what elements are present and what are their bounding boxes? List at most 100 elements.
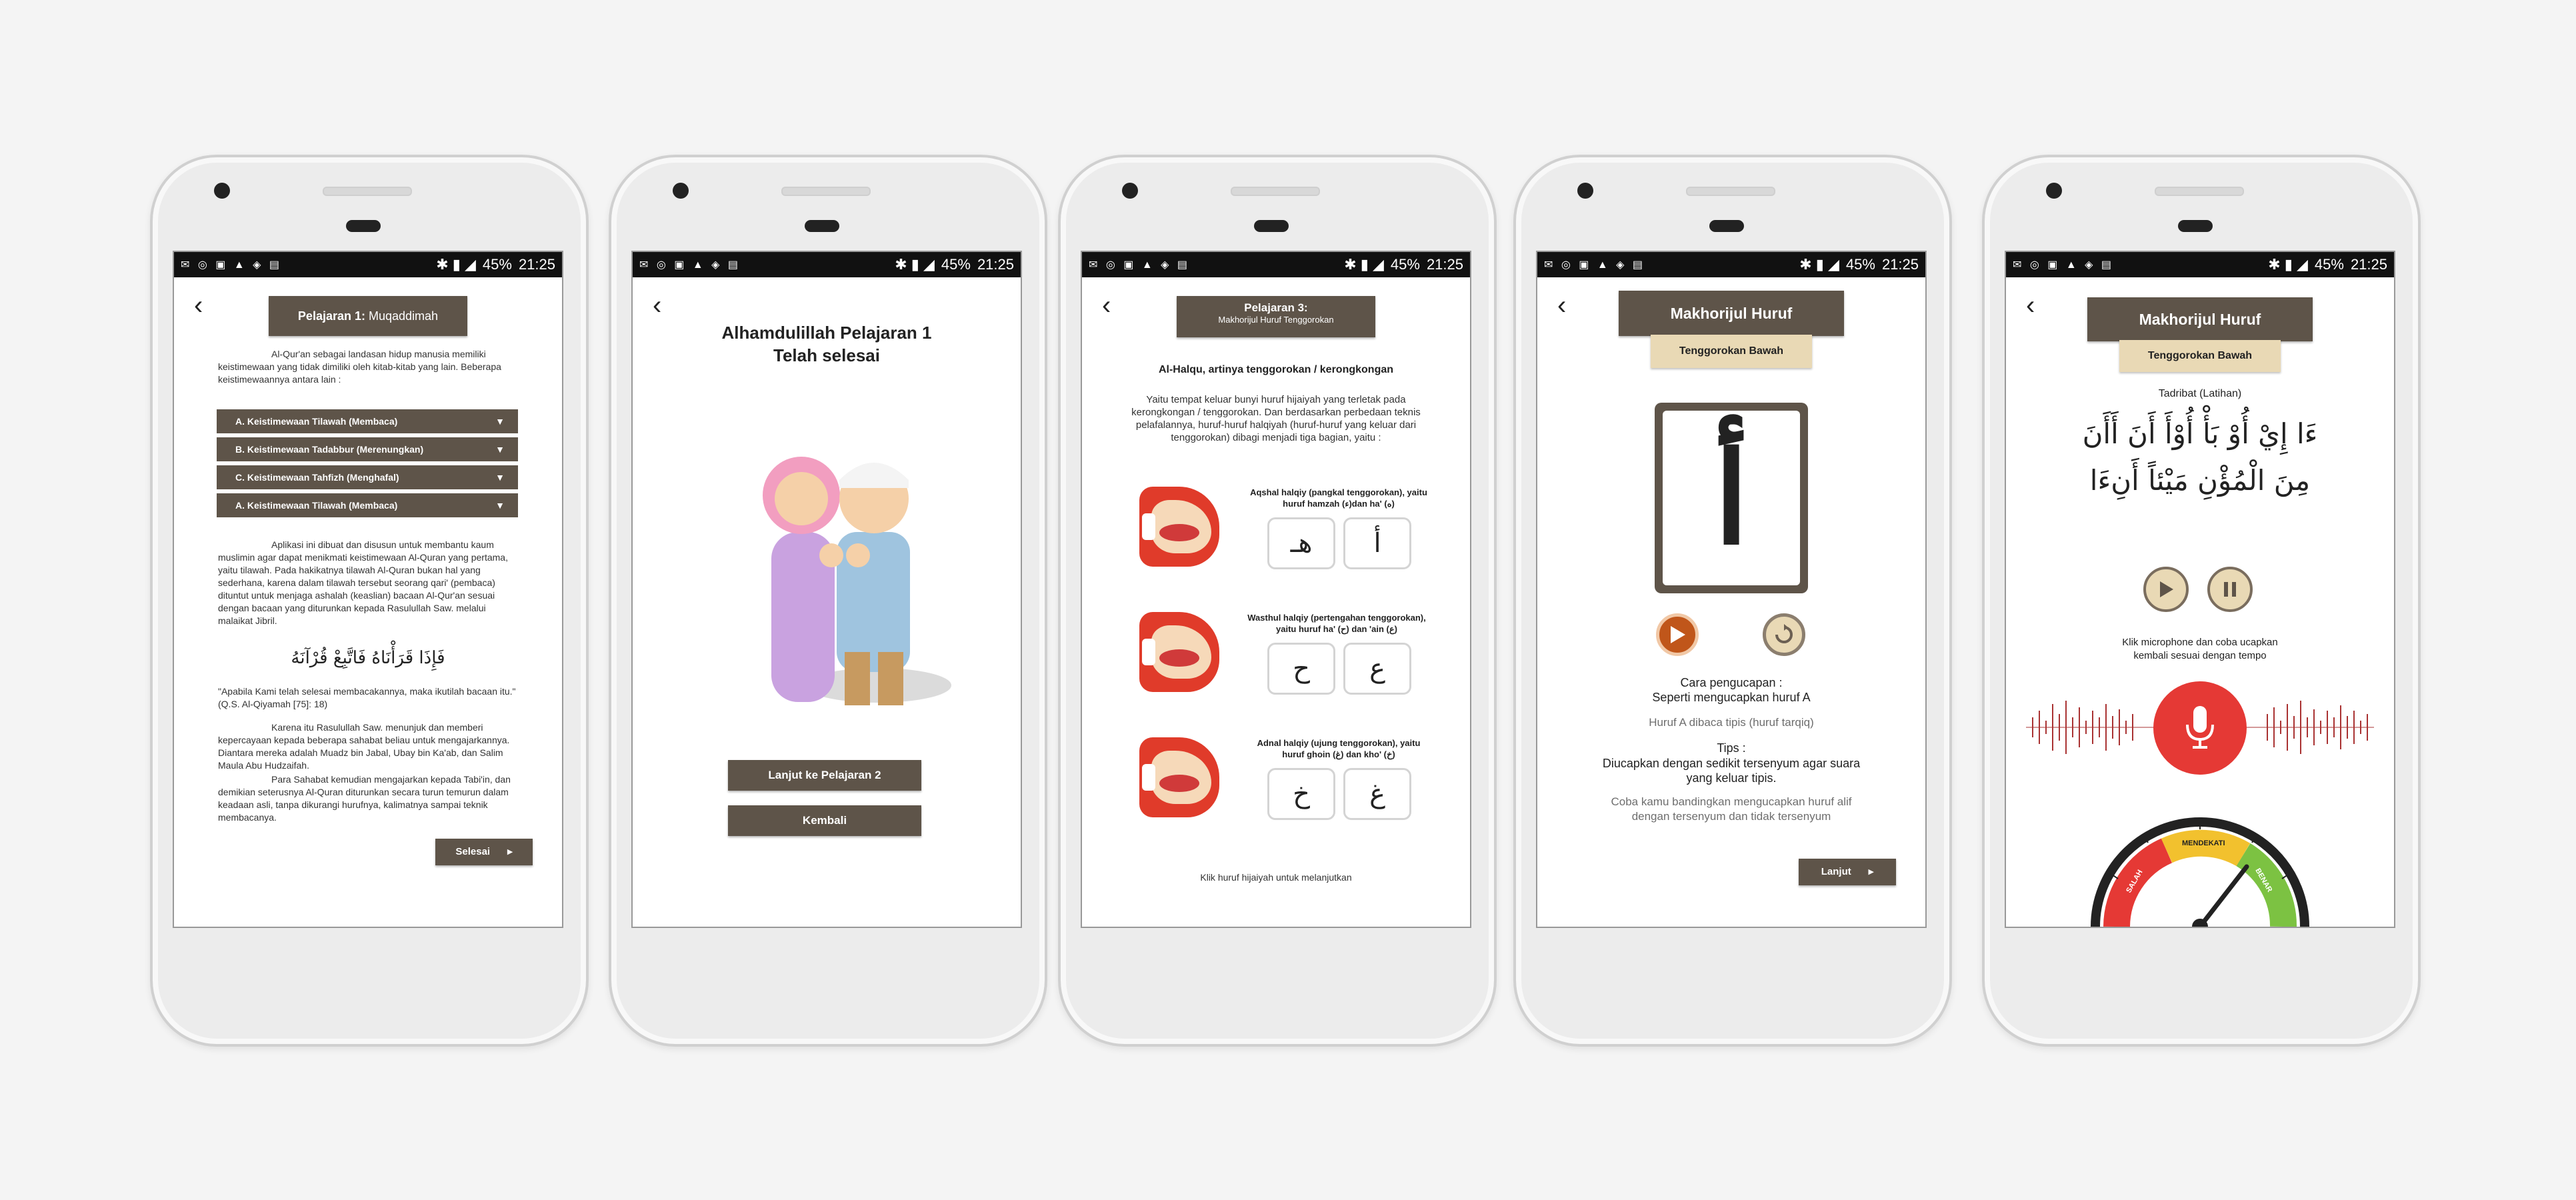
battery-level: 45% [482, 256, 512, 273]
tips-text: Diucapkan dengan sedikit tersenyum agar … [1602, 757, 1861, 785]
instruction-text: Klik microphone dan coba ucapkan kembali… [2122, 637, 2278, 661]
next-button[interactable]: Lanjut ▸ [1799, 859, 1896, 885]
chevron-right-icon: ▸ [1868, 866, 1874, 877]
signal-icons: ✱ ▮ ◢ [436, 256, 476, 273]
accordion-item-tilawah[interactable]: A. Keistimewaan Tilawah (Membaca) ▼ [217, 409, 518, 433]
play-icon [1671, 626, 1685, 643]
intro-text: Yaitu tempat keluar bunyi huruf hijaiyah… [1131, 394, 1421, 443]
back-icon[interactable]: ‹ [653, 292, 673, 319]
status-bar: ✉ ◎ ▣ ▲ ◈ ▤ ✱ ▮ ◢ 45% 21:25 [1082, 252, 1470, 277]
pause-button[interactable] [2207, 567, 2253, 612]
earpiece-speaker [1231, 187, 1320, 196]
pause-icon [2224, 582, 2236, 597]
page-title: Makhorijul Huruf [2087, 297, 2313, 341]
back-icon[interactable]: ‹ [1557, 292, 1577, 319]
throat-diagram [1139, 737, 1219, 817]
caret-down-icon: ▼ [495, 500, 505, 511]
letter-card[interactable]: ح [1267, 643, 1335, 695]
title-prefix: Pelajaran 1: [297, 309, 365, 323]
letter-card[interactable]: خ [1267, 768, 1335, 820]
accordion-label: A. Keistimewaan Tilawah (Membaca) [235, 500, 398, 511]
clock: 21:25 [977, 256, 1014, 273]
front-camera [2046, 183, 2062, 199]
signal-icons: ✱ ▮ ◢ [1799, 256, 1839, 273]
pronunciation-label: Cara pengucapan : [1680, 676, 1783, 689]
front-camera [214, 183, 230, 199]
throat-diagram [1139, 612, 1219, 692]
next-button-label: Lanjut [1821, 866, 1851, 877]
status-bar: ✉ ◎ ▣ ▲ ◈ ▤ ✱ ▮ ◢ 45% 21:25 [1537, 252, 1925, 277]
phone-frame-5: ✉ ◎ ▣ ▲ ◈ ▤ ✱ ▮ ◢ 45% 21:25 ‹ Makhorijul H… [1982, 155, 2421, 1047]
pronunciation-text: Seperti mengucapkan huruf A [1652, 691, 1811, 704]
battery-level: 45% [1845, 256, 1875, 273]
screen-letter-detail: ✉ ◎ ▣ ▲ ◈ ▤ ✱ ▮ ◢ 45% 21:25 ‹ Makhorijul H… [1536, 251, 1927, 928]
ayah-translation: "Apabila Kami telah selesai membacakanny… [218, 686, 516, 709]
screen-practice: ✉ ◎ ▣ ▲ ◈ ▤ ✱ ▮ ◢ 45% 21:25 ‹ Makhorijul H… [2005, 251, 2395, 928]
microphone-button[interactable] [2153, 681, 2247, 775]
clock: 21:25 [2350, 256, 2387, 273]
letter-card[interactable]: هـ [1267, 517, 1335, 569]
throat-diagram [1139, 487, 1219, 567]
front-camera [1122, 183, 1138, 199]
accordion-item-tadabbur[interactable]: B. Keistimewaan Tadabbur (Merenungkan) ▼ [217, 437, 518, 461]
accordion-label: A. Keistimewaan Tilawah (Membaca) [235, 416, 398, 427]
back-icon[interactable]: ‹ [2026, 292, 2046, 319]
caret-down-icon: ▼ [495, 472, 505, 483]
phone-frame-3: ✉ ◎ ▣ ▲ ◈ ▤ ✱ ▮ ◢ 45% 21:25 ‹ Pelajaran 3:… [1058, 155, 1497, 1047]
back-icon[interactable]: ‹ [194, 292, 214, 319]
phone-frame-2: ✉ ◎ ▣ ▲ ◈ ▤ ✱ ▮ ◢ 45% 21:25 ‹ Alhamdulilla… [609, 155, 1047, 1047]
proximity-sensor [1709, 220, 1744, 232]
notification-icons: ✉ ◎ ▣ ▲ ◈ ▤ [2013, 259, 2114, 271]
earpiece-speaker [1686, 187, 1775, 196]
compare-text: Coba kamu bandingkan mengucapkan huruf a… [1611, 795, 1852, 823]
accordion-label: C. Keistimewaan Tahfizh (Menghafal) [235, 472, 399, 483]
status-bar: ✉ ◎ ▣ ▲ ◈ ▤ ✱ ▮ ◢ 45% 21:25 [2006, 252, 2394, 277]
play-button[interactable] [2143, 567, 2189, 612]
lesson-subtitle: Makhorijul Huruf Tenggorokan [1218, 315, 1334, 325]
completion-title: Alhamdulillah Pelajaran 1 Telah selesai [633, 321, 1021, 367]
letter-card[interactable]: ع [1343, 643, 1411, 695]
back-button[interactable]: Kembali [728, 805, 921, 836]
play-icon [2160, 581, 2173, 597]
letter-card[interactable]: أ [1343, 517, 1411, 569]
status-bar: ✉ ◎ ▣ ▲ ◈ ▤ ✱ ▮ ◢ 45% 21:25 [174, 252, 562, 277]
gauge-needle [2197, 864, 2249, 927]
body-paragraph: Aplikasi ini dibuat dan disusun untuk me… [218, 539, 508, 626]
screen-makhorijul-lesson: ✉ ◎ ▣ ▲ ◈ ▤ ✱ ▮ ◢ 45% 21:25 ‹ Pelajaran 3:… [1081, 251, 1471, 928]
back-icon[interactable]: ‹ [1102, 292, 1122, 319]
intro-text: Al-Qur'an sebagai landasan hidup manusia… [218, 349, 501, 385]
letter-card[interactable]: غ [1343, 768, 1411, 820]
clock: 21:25 [1426, 256, 1463, 273]
accordion-item-tahfizh[interactable]: C. Keistimewaan Tahfizh (Menghafal) ▼ [217, 465, 518, 489]
earpiece-speaker [2155, 187, 2244, 196]
front-camera [673, 183, 689, 199]
completion-title-line2: Telah selesai [773, 345, 880, 365]
replay-icon [1775, 624, 1793, 643]
accordion-label: B. Keistimewaan Tadabbur (Merenungkan) [235, 444, 424, 455]
screen-lesson-complete: ✉ ◎ ▣ ▲ ◈ ▤ ✱ ▮ ◢ 45% 21:25 ‹ Alhamdulilla… [631, 251, 1022, 928]
signal-icons: ✱ ▮ ◢ [1344, 256, 1384, 273]
page-subtitle: Tenggorokan Bawah [1651, 335, 1812, 368]
earpiece-speaker [323, 187, 412, 196]
next-lesson-button[interactable]: Lanjut ke Pelajaran 2 [728, 760, 921, 791]
chevron-right-icon: ▸ [507, 846, 513, 857]
section-label: Adnal halqiy (ujung tenggorokan), yaitu … [1257, 738, 1421, 759]
caret-down-icon: ▼ [495, 416, 505, 427]
replay-button[interactable] [1763, 613, 1805, 656]
play-audio-button[interactable] [1656, 613, 1699, 656]
front-camera [1577, 183, 1593, 199]
exercise-label: Tadribat (Latihan) [2158, 388, 2242, 399]
clock: 21:25 [1881, 256, 1919, 273]
notification-icons: ✉ ◎ ▣ ▲ ◈ ▤ [1544, 259, 1645, 271]
battery-level: 45% [1390, 256, 1420, 273]
body-paragraph: Para Sahabat kemudian mengajarkan kepada… [218, 774, 511, 823]
finish-button[interactable]: Selesai ▸ [435, 839, 533, 865]
proximity-sensor [2178, 220, 2213, 232]
arabic-practice-line: مِنَ الْمُؤْنِ مَيْئاً أَنِءَا [2089, 464, 2311, 497]
proximity-sensor [346, 220, 381, 232]
notification-icons: ✉ ◎ ▣ ▲ ◈ ▤ [639, 259, 741, 271]
accordion-item-tilawah-2[interactable]: A. Keistimewaan Tilawah (Membaca) ▼ [217, 493, 518, 517]
phone-frame-1: ✉ ◎ ▣ ▲ ◈ ▤ ✱ ▮ ◢ 45% 21:25 ‹ Pelajaran 1:… [150, 155, 589, 1047]
letter-glyph: أ [1663, 411, 1800, 585]
screen-muqaddimah: ✉ ◎ ▣ ▲ ◈ ▤ ✱ ▮ ◢ 45% 21:25 ‹ Pelajaran 1:… [173, 251, 563, 928]
